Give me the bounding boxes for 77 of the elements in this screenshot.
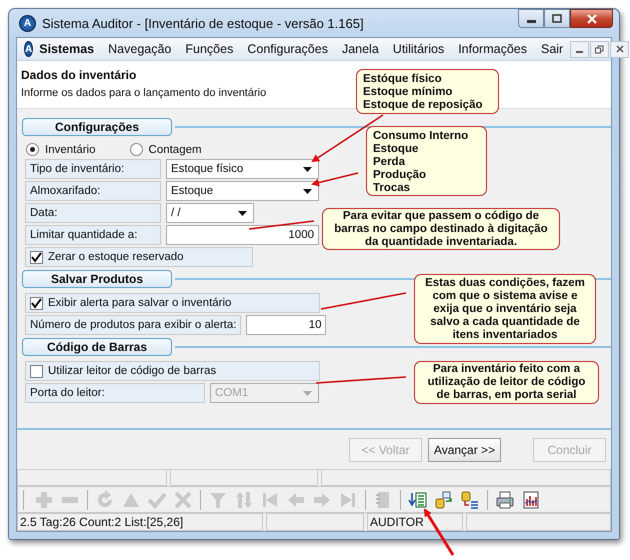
- sort-icon: [234, 490, 254, 510]
- menu-item[interactable]: Informações: [451, 42, 534, 56]
- close-icon: [616, 45, 624, 53]
- restore-button[interactable]: [590, 40, 610, 58]
- menu-item[interactable]: Configurações: [240, 42, 335, 56]
- arrow: [424, 508, 454, 556]
- radio-button[interactable]: [26, 143, 39, 156]
- minimize-button[interactable]: [570, 40, 590, 58]
- section-title: Código de Barras: [22, 338, 172, 356]
- app-logo: A: [24, 41, 34, 57]
- checkbox-row[interactable]: Utilizar leitor de código de barras: [25, 361, 320, 381]
- caret-icon: [303, 166, 312, 172]
- dropdown-field[interactable]: Estoque: [166, 181, 319, 201]
- status-user: AUDITOR: [367, 513, 463, 531]
- radio-label: Contagem: [148, 144, 202, 156]
- cancel-icon: [173, 490, 193, 510]
- restore-icon: [595, 44, 604, 54]
- arrow: [311, 172, 358, 186]
- caret-icon: [303, 188, 312, 194]
- checkbox-row[interactable]: Exibir alerta para salvar o inventário: [25, 293, 320, 313]
- menu-item[interactable]: Sair: [534, 42, 570, 56]
- field-label: Número de produtos para exibir o alerta:: [25, 315, 242, 335]
- section-title: Salvar Produtos: [22, 270, 172, 288]
- checkbox-label: Exibir alerta para salvar o inventário: [48, 297, 232, 309]
- chart-icon: [521, 490, 541, 510]
- menu-item[interactable]: Janela: [334, 42, 386, 56]
- callout-note: Para inventário feito com a utilização de leitor de código de barras, em porta serial: [414, 361, 599, 404]
- close-icon: [586, 14, 598, 24]
- checkbox[interactable]: [30, 296, 43, 310]
- dropdown-field[interactable]: Estoque físico: [166, 159, 319, 179]
- checkbox[interactable]: [30, 250, 43, 264]
- checkbox[interactable]: [30, 364, 43, 378]
- database-transfer-icon: [434, 490, 454, 510]
- menu-item[interactable]: Sistemas: [39, 42, 102, 56]
- number-field[interactable]: 1000: [166, 225, 319, 245]
- database-list-icon: [460, 490, 480, 510]
- plus-icon: [34, 490, 54, 510]
- close-button[interactable]: [610, 40, 630, 58]
- number-field[interactable]: 10: [246, 315, 326, 335]
- field-label: Data:: [25, 203, 161, 223]
- window-title: Sistema Auditor - [Inventário de estoque - versão 1.165]: [42, 16, 365, 30]
- minimize-icon: [576, 51, 584, 53]
- page-title: Dados do inventário: [21, 68, 136, 82]
- radio-button[interactable]: [130, 143, 143, 156]
- checkbox-label: Zerar o estoque reservado: [48, 251, 184, 263]
- list-import-icon: [408, 490, 428, 510]
- page-subtitle: Informe os dados para o lançamento do inventário: [21, 87, 266, 99]
- leader-line: [248, 220, 314, 230]
- maximize-icon: [552, 14, 562, 24]
- close-button[interactable]: [570, 9, 613, 28]
- callout-note: Consumo Interno Estoque Perda Produção Trocas: [366, 126, 487, 196]
- checkbox-label: Utilizar leitor de código de barras: [48, 365, 216, 377]
- minimize-button[interactable]: [518, 9, 544, 28]
- date-field[interactable]: / /: [166, 203, 254, 223]
- field-label: Tipo de inventário:: [25, 159, 161, 179]
- menu-item[interactable]: Navegação: [101, 42, 178, 56]
- callout-note: Estas duas condições, fazem com que o sistema avise e exija que o inventário seja salvo a cada quantidade de itens inventariados: [414, 274, 596, 344]
- caret-icon: [238, 210, 247, 216]
- printer-icon: [495, 490, 515, 510]
- section-title: Configurações: [22, 118, 172, 136]
- minimize-icon: [526, 20, 536, 23]
- app-logo: A: [19, 14, 36, 32]
- status-text: 2.5 Tag:26 Count:2 List:[25,26]: [17, 513, 263, 531]
- field-label: Almoxarifado:: [25, 181, 161, 201]
- menu-item[interactable]: Funções: [178, 42, 240, 56]
- maximize-button[interactable]: [544, 9, 570, 28]
- checkbox-row[interactable]: Zerar o estoque reservado: [25, 247, 253, 267]
- radio-label: Inventário: [45, 144, 96, 156]
- callout-note: Estóque físico Estoque mínimo Estoque de reposição: [356, 69, 499, 114]
- callout-note: Para evitar que passem o código de barras no campo destinado à digitação da quantidade inventariada.: [322, 208, 560, 250]
- field-label: Limitar quantidade a:: [25, 225, 161, 245]
- caret-icon: [303, 390, 312, 396]
- wizard-button[interactable]: Avançar >>: [428, 438, 501, 462]
- field-label: Porta do leitor:: [25, 383, 205, 403]
- minus-icon: [62, 496, 78, 502]
- menu-item[interactable]: Utilitários: [386, 42, 452, 56]
- refresh-icon: [95, 490, 115, 510]
